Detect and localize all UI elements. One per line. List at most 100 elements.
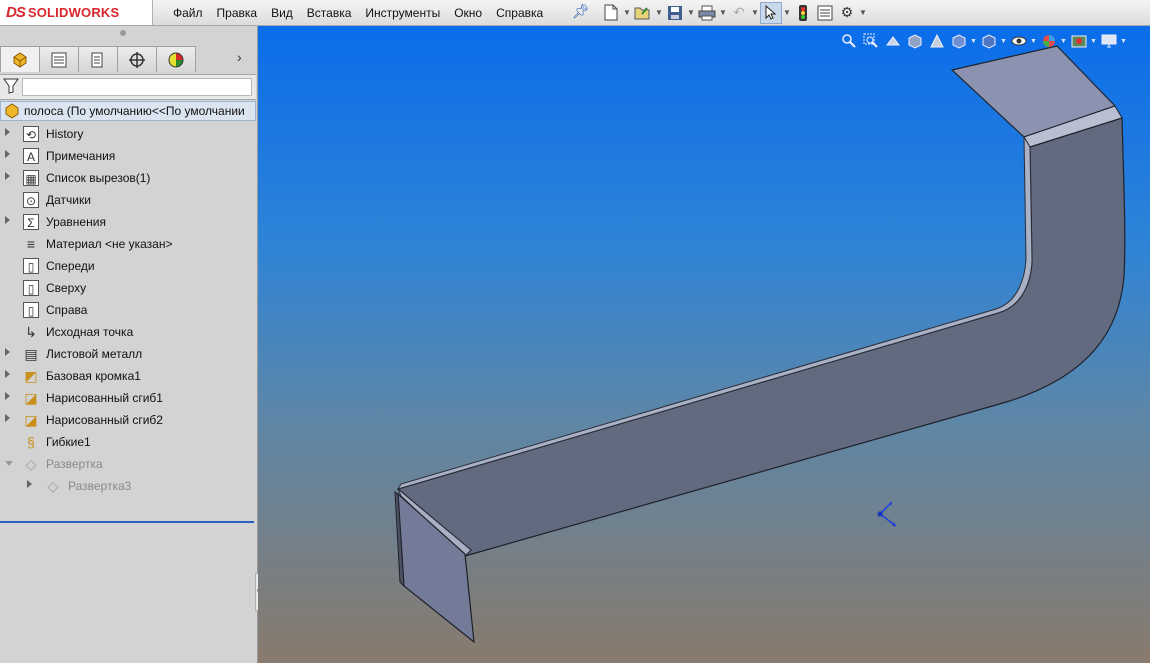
tree-item[interactable]: ▯ Спереди (0, 255, 256, 277)
base-flange-icon: ◩ (24, 368, 38, 384)
tree-item-label: Спереди (46, 259, 95, 273)
plane-icon: ▯ (23, 258, 39, 274)
tree-item[interactable]: ▯ Справа (0, 299, 256, 321)
flex-icon: § (27, 434, 35, 450)
save-icon[interactable] (664, 2, 686, 24)
plane-icon: ▯ (23, 280, 39, 296)
menu-window[interactable]: Окно (454, 6, 482, 20)
pin-icon[interactable]: 📌︎ (572, 3, 590, 21)
cut-list-icon: ▦ (23, 170, 39, 186)
sheet-metal-part[interactable] (258, 26, 1150, 663)
part-icon (4, 103, 20, 122)
sheet-metal-icon: ▤ (24, 346, 38, 362)
open-icon[interactable] (632, 2, 654, 24)
standard-toolbar: ▼ ▼ ▼ ▼ ↶ ▼ ▼ ⚙ ▼ (600, 0, 868, 25)
flat-pattern-icon: ◇ (25, 456, 37, 472)
annotations-icon: A (23, 148, 39, 164)
expand-arrow-icon[interactable] (5, 370, 10, 378)
menu-edit[interactable]: Правка (217, 6, 258, 20)
tree-item-label: Справа (46, 303, 88, 317)
expand-arrow-icon[interactable] (5, 392, 10, 400)
tree-item[interactable]: ◩ Базовая кромка1 (0, 365, 256, 387)
select-dropdown-arrow[interactable]: ▼ (782, 8, 792, 17)
menu-help[interactable]: Справка (496, 6, 543, 20)
graphics-area[interactable]: ▼ ▼ ▼ ▼ ▼ ▼ (258, 26, 1150, 663)
menu-view[interactable]: Вид (271, 6, 293, 20)
tree-item[interactable]: ◇ Развертка (0, 453, 256, 475)
menu-file[interactable]: Файл (173, 6, 203, 20)
equations-icon: Σ (23, 214, 39, 230)
rollback-bar[interactable] (0, 521, 254, 523)
rebuild-icon[interactable] (792, 2, 814, 24)
tree-item[interactable]: ▤ Листовой металл (0, 343, 256, 365)
sensors-icon: ⊙ (23, 192, 39, 208)
new-dropdown-arrow[interactable]: ▼ (622, 8, 632, 17)
material-icon: ≡ (26, 236, 36, 252)
tree-item-label: Уравнения (46, 215, 106, 229)
menu-bar: DS SOLIDWORKS Файл Правка Вид Вставка Ин… (0, 0, 1150, 26)
tree-item[interactable]: ▯ Сверху (0, 277, 256, 299)
tree-item-label: Примечания (46, 149, 116, 163)
main-menu: Файл Правка Вид Вставка Инструменты Окно… (173, 0, 557, 25)
undo-dropdown-arrow[interactable]: ▼ (750, 8, 760, 17)
open-dropdown-arrow[interactable]: ▼ (654, 8, 664, 17)
chevron-right-icon[interactable]: › (237, 49, 242, 65)
tree-root-label: полоса (По умолчанию<<По умолчании (24, 104, 245, 118)
sketched-bend-icon: ◪ (24, 412, 38, 428)
manager-tabs: › (0, 46, 256, 72)
configuration-manager-icon[interactable] (78, 46, 118, 72)
expand-arrow-icon[interactable] (5, 172, 10, 180)
expand-arrow-icon[interactable] (27, 480, 32, 488)
filter-input[interactable] (22, 78, 252, 96)
tree-item-label: Базовая кромка1 (46, 369, 141, 383)
filter-icon[interactable] (3, 78, 19, 94)
menu-insert[interactable]: Вставка (307, 6, 352, 20)
expand-arrow-icon[interactable] (5, 414, 10, 422)
tree-item-label: Гибкие1 (46, 435, 91, 449)
property-manager-icon[interactable] (39, 46, 79, 72)
expand-arrow-icon[interactable] (5, 348, 10, 356)
new-document-icon[interactable] (600, 2, 622, 24)
origin-icon: ↳ (25, 324, 37, 340)
print-dropdown-arrow[interactable]: ▼ (718, 8, 728, 17)
tree-item[interactable]: ◪ Нарисованный сгиб2 (0, 409, 256, 431)
tree-item-label: History (46, 127, 84, 141)
tree-item-label: Датчики (46, 193, 91, 207)
tree-item[interactable]: ≡ Материал <не указан> (0, 233, 256, 255)
expand-arrow-icon[interactable] (5, 461, 13, 466)
tree-item-label: Сверху (46, 281, 87, 295)
tree-item-label: Материал <не указан> (46, 237, 173, 251)
tree-item[interactable]: ⊙ Датчики (0, 189, 256, 211)
brand-name: SOLIDWORKS (27, 5, 120, 20)
flat-pattern-icon: ◇ (47, 478, 59, 494)
menu-tools[interactable]: Инструменты (365, 6, 440, 20)
tree-item-label: Исходная точка (46, 325, 134, 339)
print-icon[interactable] (696, 2, 718, 24)
history-icon: ⟲ (23, 126, 39, 142)
tree-item[interactable]: ◪ Нарисованный сгиб1 (0, 387, 256, 409)
expand-arrow-icon[interactable] (5, 128, 10, 136)
solidworks-logo[interactable]: DS SOLIDWORKS (0, 0, 153, 25)
tree-item[interactable]: Σ Уравнения (0, 211, 256, 233)
tree-item[interactable]: ⟲ History (0, 123, 256, 145)
feature-manager-icon[interactable] (0, 46, 40, 72)
tree-item[interactable]: A Примечания (0, 145, 256, 167)
undo-icon[interactable]: ↶ (728, 2, 750, 24)
tree-item[interactable]: ↳ Исходная точка (0, 321, 256, 343)
file-properties-icon[interactable] (814, 2, 836, 24)
display-manager-icon[interactable] (156, 46, 196, 72)
options-icon[interactable]: ⚙ (836, 2, 858, 24)
tree-item[interactable]: ◇ Развертка3 (0, 475, 256, 497)
tree-root-part[interactable]: полоса (По умолчанию<<По умолчании (0, 101, 256, 121)
options-dropdown-arrow[interactable]: ▼ (858, 8, 868, 17)
tree-item-label: Листовой металл (46, 347, 143, 361)
expand-arrow-icon[interactable] (5, 216, 10, 224)
tree-item[interactable]: ▦ Список вырезов(1) (0, 167, 256, 189)
dimxpert-icon[interactable] (117, 46, 157, 72)
plane-icon: ▯ (23, 302, 39, 318)
select-icon[interactable] (760, 1, 782, 24)
tree-item[interactable]: § Гибкие1 (0, 431, 256, 453)
save-dropdown-arrow[interactable]: ▼ (686, 8, 696, 17)
expand-arrow-icon[interactable] (5, 150, 10, 158)
panel-grip[interactable] (120, 30, 126, 36)
